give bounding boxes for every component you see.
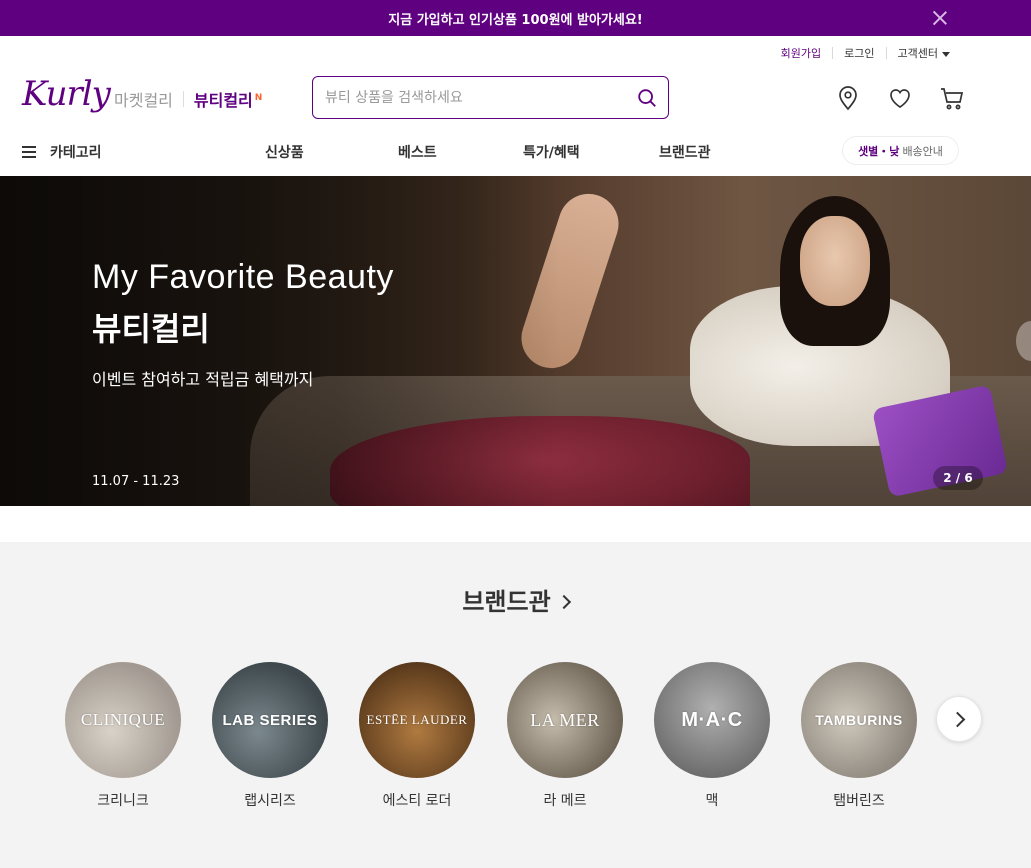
banner-overlay xyxy=(0,176,560,506)
customer-center-label: 고객센터 xyxy=(897,47,938,60)
delivery-info-button[interactable]: 샛별・낮 배송안내 xyxy=(842,136,959,165)
brand-item-mac[interactable]: M·A·C 맥 xyxy=(654,662,770,810)
hero-subtitle: 뷰티컬리 xyxy=(92,310,210,348)
brand-section-title[interactable]: 브랜드관 xyxy=(0,582,1031,617)
next-brands-button[interactable] xyxy=(936,696,982,742)
heart-icon[interactable] xyxy=(886,84,914,112)
hero-date: 11.07 - 11.23 xyxy=(92,474,180,489)
next-slide-button[interactable] xyxy=(1016,321,1031,361)
brand-section-label: 브랜드관 xyxy=(462,588,551,616)
brand-label: 라 메르 xyxy=(543,793,587,809)
nav-best[interactable]: 베스트 xyxy=(398,142,437,162)
brand-label: 랩시리즈 xyxy=(244,793,296,809)
brand-label: 탬버린즈 xyxy=(833,793,885,809)
signup-link[interactable]: 회원가입 xyxy=(770,45,832,61)
category-button[interactable]: 카테고리 xyxy=(22,142,102,162)
hero-banner[interactable]: My Favorite Beauty 뷰티컬리 이벤트 참여하고 적립금 혜택까… xyxy=(0,176,1031,506)
banner-image-model xyxy=(800,216,870,306)
search-box xyxy=(312,76,669,119)
tab-market-kurly[interactable]: 마켓컬리 xyxy=(114,87,173,111)
customer-center-link[interactable]: 고객센터 xyxy=(887,45,961,61)
kurly-logo[interactable]: Kurly xyxy=(22,74,111,114)
global-nav: 카테고리 신상품 베스트 특가/혜택 브랜드관 샛별・낮 배송안내 xyxy=(0,134,1031,176)
brand-label: 맥 xyxy=(705,793,719,809)
brand-image: ESTĒE LAUDER xyxy=(359,662,475,778)
brand-section: 브랜드관 CLINIQUE 크리니크 LAB SERIES 랩시리즈 ESTĒE… xyxy=(0,542,1031,868)
brand-image: M·A·C xyxy=(654,662,770,778)
delivery-accent: 샛별・낮 xyxy=(858,144,900,158)
brand-logo: CLINIQUE xyxy=(80,710,166,729)
close-icon[interactable] xyxy=(931,9,949,27)
brand-item-lab-series[interactable]: LAB SERIES 랩시리즈 xyxy=(212,662,328,810)
brand-logo: LAB SERIES xyxy=(222,711,318,729)
search-icon[interactable] xyxy=(636,87,658,109)
nav-new-products[interactable]: 신상품 xyxy=(265,142,304,162)
brand-image: CLINIQUE xyxy=(65,662,181,778)
brand-image: LAB SERIES xyxy=(212,662,328,778)
delivery-label: 배송안내 xyxy=(902,144,943,158)
brand-logo: TAMBURINS xyxy=(815,712,903,728)
login-link[interactable]: 로그인 xyxy=(833,45,885,61)
tab-beauty-kurly[interactable]: 뷰티컬리 N xyxy=(194,87,262,111)
brand-item-la-mer[interactable]: LA MER 라 메르 xyxy=(507,662,623,810)
category-label: 카테고리 xyxy=(50,145,102,161)
hamburger-icon xyxy=(22,146,36,158)
brand-label: 크리니크 xyxy=(97,793,149,809)
slide-counter: 2 / 6 xyxy=(933,466,983,490)
brand-image: LA MER xyxy=(507,662,623,778)
brand-item-clinique[interactable]: CLINIQUE 크리니크 xyxy=(65,662,181,810)
hero-description: 이벤트 참여하고 적립금 혜택까지 xyxy=(92,370,314,389)
user-menu: 회원가입 로그인 고객센터 xyxy=(770,45,961,61)
brand-label: 에스티 로더 xyxy=(382,793,452,809)
site-tabs: 마켓컬리 뷰티컬리 N xyxy=(114,87,262,111)
chevron-right-icon xyxy=(556,594,571,610)
brand-item-estee-lauder[interactable]: ESTĒE LAUDER 에스티 로더 xyxy=(359,662,475,810)
hero-title: My Favorite Beauty xyxy=(92,258,394,296)
nav-brands[interactable]: 브랜드관 xyxy=(659,142,711,162)
divider xyxy=(182,91,184,107)
nav-deals[interactable]: 특가/혜택 xyxy=(523,142,580,162)
brand-item-tamburins[interactable]: TAMBURINS 탬버린즈 xyxy=(801,662,917,810)
promo-text[interactable]: 지금 가입하고 인기상품 100원에 받아가세요! xyxy=(388,9,643,28)
caret-down-icon xyxy=(942,51,950,57)
brand-image: TAMBURINS xyxy=(801,662,917,778)
location-icon[interactable] xyxy=(834,84,862,112)
cart-icon[interactable] xyxy=(938,84,966,112)
search-input[interactable] xyxy=(325,87,625,109)
promo-banner[interactable]: 지금 가입하고 인기상품 100원에 받아가세요! xyxy=(0,0,1031,36)
brand-logo: LA MER xyxy=(530,709,600,730)
tab-beauty-label: 뷰티컬리 xyxy=(193,91,253,110)
brand-logo: ESTĒE LAUDER xyxy=(366,712,468,727)
brand-logo: M·A·C xyxy=(681,708,743,731)
new-badge: N xyxy=(254,92,263,103)
header-icons xyxy=(834,84,966,112)
